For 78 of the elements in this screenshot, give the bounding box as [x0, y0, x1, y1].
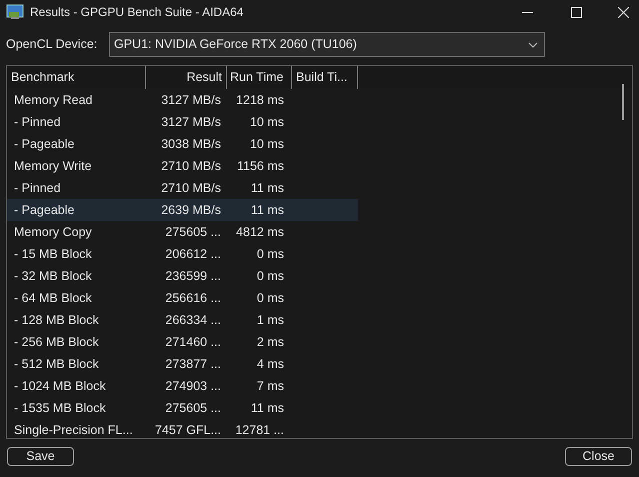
table-cell-text: - 15 MB Block — [13, 246, 93, 263]
table-cell-text: 274903 ... — [164, 378, 222, 395]
table-cell-text: 11 ms — [250, 180, 285, 197]
table-cell-text: - 128 MB Block — [13, 312, 100, 329]
table-cell-text: - Pinned — [13, 180, 62, 197]
close-button[interactable]: Close — [565, 447, 632, 466]
table-cell-text: 0 ms — [256, 290, 285, 307]
table-cell-text: - 256 MB Block — [13, 334, 100, 351]
table-cell-text: 1 ms — [256, 312, 285, 329]
table-cell-text: 275605 ... — [164, 400, 222, 417]
table-cell-text: 271460 ... — [164, 334, 222, 351]
table-cell-text: 0 ms — [256, 268, 285, 285]
table-cell-text: 236599 ... — [164, 268, 222, 285]
table-cell-text: 3038 MB/s — [160, 136, 222, 153]
scrollbar-thumb[interactable] — [622, 84, 624, 120]
table-row[interactable]: - Pageable 2639 MB/s 11 ms — [7, 199, 358, 221]
table-row[interactable]: Memory Read 3127 MB/s 1218 ms — [7, 89, 358, 111]
table-row[interactable]: - 1024 MB Block 274903 ... 7 ms — [7, 375, 358, 397]
table-row[interactable]: - 64 MB Block 256616 ... 0 ms — [7, 287, 358, 309]
table-cell-text: 1218 ms — [235, 92, 285, 109]
table-row[interactable]: Memory Copy 275605 ... 4812 ms — [7, 221, 358, 243]
table-cell-text: 0 ms — [256, 246, 285, 263]
table-cell-text: 266334 ... — [164, 312, 222, 329]
table-cell-text: 2710 MB/s — [160, 180, 222, 197]
table-cell-text: 273877 ... — [164, 356, 222, 373]
save-button[interactable]: Save — [7, 447, 74, 466]
device-label: OpenCL Device: — [6, 36, 98, 54]
table-cell-text: 3127 MB/s — [160, 92, 222, 109]
table-row[interactable]: - 32 MB Block 236599 ... 0 ms — [7, 265, 358, 287]
table-cell-text: 3127 MB/s — [160, 114, 222, 131]
table-cell-text: 11 ms — [250, 202, 285, 219]
maximize-icon[interactable] — [571, 6, 582, 18]
column-header[interactable]: Result — [146, 66, 227, 89]
column-header[interactable]: Build Ti... — [292, 66, 358, 89]
column-header[interactable]: Benchmark — [7, 66, 146, 89]
table-cell-text: 1156 ms — [236, 158, 285, 175]
table-cell-text: 7457 GFL... — [154, 422, 222, 438]
table-cell-text: 275605 ... — [164, 224, 222, 241]
table-row[interactable]: - 256 MB Block 271460 ... 2 ms — [7, 331, 358, 353]
table-cell-text: 4812 ms — [235, 224, 285, 241]
table-cell-text: - 512 MB Block — [13, 356, 100, 373]
table-cell-text: Memory Copy — [13, 224, 93, 241]
table-row[interactable]: - 128 MB Block 266334 ... 1 ms — [7, 309, 358, 331]
table-cell-text: Memory Read — [13, 92, 94, 109]
table-cell-text: - 64 MB Block — [13, 290, 93, 307]
table-cell-text: 12781 ... — [234, 422, 285, 438]
table-cell-text: 256616 ... — [164, 290, 222, 307]
table-cell-text: 10 ms — [248, 114, 285, 131]
window-title: Results - GPGPU Bench Suite - AIDA64 — [30, 4, 244, 21]
table-row[interactable]: - 1535 MB Block 275605 ... 11 ms — [7, 397, 358, 419]
table-cell-text: 4 ms — [256, 356, 285, 373]
table-cell-text: - 32 MB Block — [13, 268, 93, 285]
table-row[interactable]: - Pinned 2710 MB/s 11 ms — [7, 177, 358, 199]
table-row[interactable]: - 15 MB Block 206612 ... 0 ms — [7, 243, 358, 265]
table-cell-text: 10 ms — [248, 136, 285, 153]
table-cell-text: 2710 MB/s — [160, 158, 222, 175]
table-row[interactable]: Single-Precision FL... 7457 GFL... 12781 ... — [7, 419, 358, 438]
app-icon — [6, 4, 24, 20]
table-cell-text: 206612 ... — [164, 246, 222, 263]
table-cell-text: - Pageable — [13, 136, 76, 153]
table-row[interactable]: - Pageable 3038 MB/s 10 ms — [7, 133, 358, 155]
table-row[interactable]: - Pinned 3127 MB/s 10 ms — [7, 111, 358, 133]
table-cell-text: Single-Precision FL... — [13, 422, 134, 438]
column-header[interactable]: Run Time — [227, 66, 292, 89]
device-dropdown[interactable]: GPU1: NVIDIA GeForce RTX 2060 (TU106) — [109, 32, 545, 57]
table-cell-text: - Pageable — [13, 202, 76, 219]
close-icon[interactable] — [618, 6, 629, 18]
table-cell-text: 7 ms — [256, 378, 285, 395]
table-cell-text: 2 ms — [256, 334, 285, 351]
table-cell-text: - 1535 MB Block — [13, 400, 107, 417]
table-cell-text: 2639 MB/s — [160, 202, 222, 219]
chevron-icon — [528, 42, 538, 48]
table-cell-text: Memory Write — [13, 158, 93, 175]
table-row[interactable]: - 512 MB Block 273877 ... 4 ms — [7, 353, 358, 375]
table-cell-text: - 1024 MB Block — [13, 378, 107, 395]
table-cell-text: - Pinned — [13, 114, 62, 131]
table-row[interactable]: Memory Write 2710 MB/s 1156 ms — [7, 155, 358, 177]
table-cell-text: 11 ms — [250, 400, 285, 417]
